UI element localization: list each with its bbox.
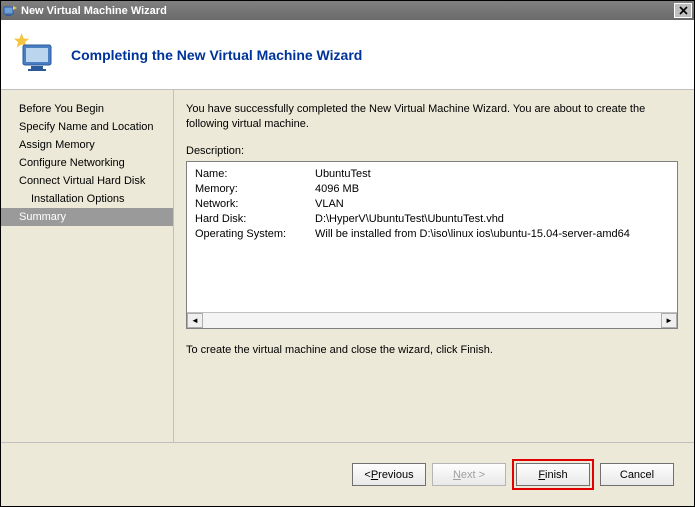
description-value: 4096 MB: [315, 183, 359, 195]
description-box: Name:UbuntuTestMemory:4096 MBNetwork:VLA…: [186, 161, 678, 329]
window-title: New Virtual Machine Wizard: [21, 5, 674, 17]
description-row: Hard Disk:D:\HyperV\UbuntuTest\UbuntuTes…: [195, 213, 669, 225]
description-row: Operating System:Will be installed from …: [195, 228, 669, 240]
sidebar-step[interactable]: Configure Networking: [1, 154, 173, 172]
description-key: Hard Disk:: [195, 213, 315, 225]
horizontal-scrollbar[interactable]: ◄ ►: [187, 312, 677, 328]
page-title: Completing the New Virtual Machine Wizar…: [71, 47, 362, 63]
finish-highlight: Finish: [512, 459, 594, 490]
description-value: VLAN: [315, 198, 344, 210]
scroll-left-arrow-icon[interactable]: ◄: [187, 313, 203, 328]
description-label: Description:: [186, 145, 678, 157]
scroll-track[interactable]: [203, 313, 661, 328]
description-key: Operating System:: [195, 228, 315, 240]
description-key: Memory:: [195, 183, 315, 195]
sidebar-step[interactable]: Before You Begin: [1, 100, 173, 118]
close-button[interactable]: [674, 3, 692, 18]
cancel-button[interactable]: Cancel: [600, 463, 674, 486]
content-pane: You have successfully completed the New …: [173, 90, 694, 442]
titlebar[interactable]: New Virtual Machine Wizard: [1, 1, 694, 20]
finish-button[interactable]: Finish: [516, 463, 590, 486]
sidebar-step[interactable]: Summary: [1, 208, 173, 226]
previous-button[interactable]: < Previous: [352, 463, 426, 486]
description-value: D:\HyperV\UbuntuTest\UbuntuTest.vhd: [315, 213, 504, 225]
button-bar: < Previous Next > Finish Cancel: [1, 442, 694, 506]
sidebar-step[interactable]: Assign Memory: [1, 136, 173, 154]
scroll-right-arrow-icon[interactable]: ►: [661, 313, 677, 328]
intro-text: You have successfully completed the New …: [186, 102, 678, 133]
description-value: UbuntuTest: [315, 168, 371, 180]
wizard-header: Completing the New Virtual Machine Wizar…: [1, 20, 694, 90]
app-icon: [3, 4, 17, 18]
outro-text: To create the virtual machine and close …: [186, 343, 678, 358]
wizard-steps-sidebar: Before You BeginSpecify Name and Locatio…: [1, 90, 173, 442]
description-row: Network:VLAN: [195, 198, 669, 210]
sidebar-step[interactable]: Specify Name and Location: [1, 118, 173, 136]
description-row: Memory:4096 MB: [195, 183, 669, 195]
sidebar-step[interactable]: Connect Virtual Hard Disk: [1, 172, 173, 190]
description-list: Name:UbuntuTestMemory:4096 MBNetwork:VLA…: [187, 162, 677, 312]
description-key: Network:: [195, 198, 315, 210]
description-value: Will be installed from D:\iso\linux ios\…: [315, 228, 630, 240]
wizard-logo-icon: [13, 33, 57, 77]
description-row: Name:UbuntuTest: [195, 168, 669, 180]
sidebar-step[interactable]: Installation Options: [1, 190, 173, 208]
next-button: Next >: [432, 463, 506, 486]
description-key: Name:: [195, 168, 315, 180]
